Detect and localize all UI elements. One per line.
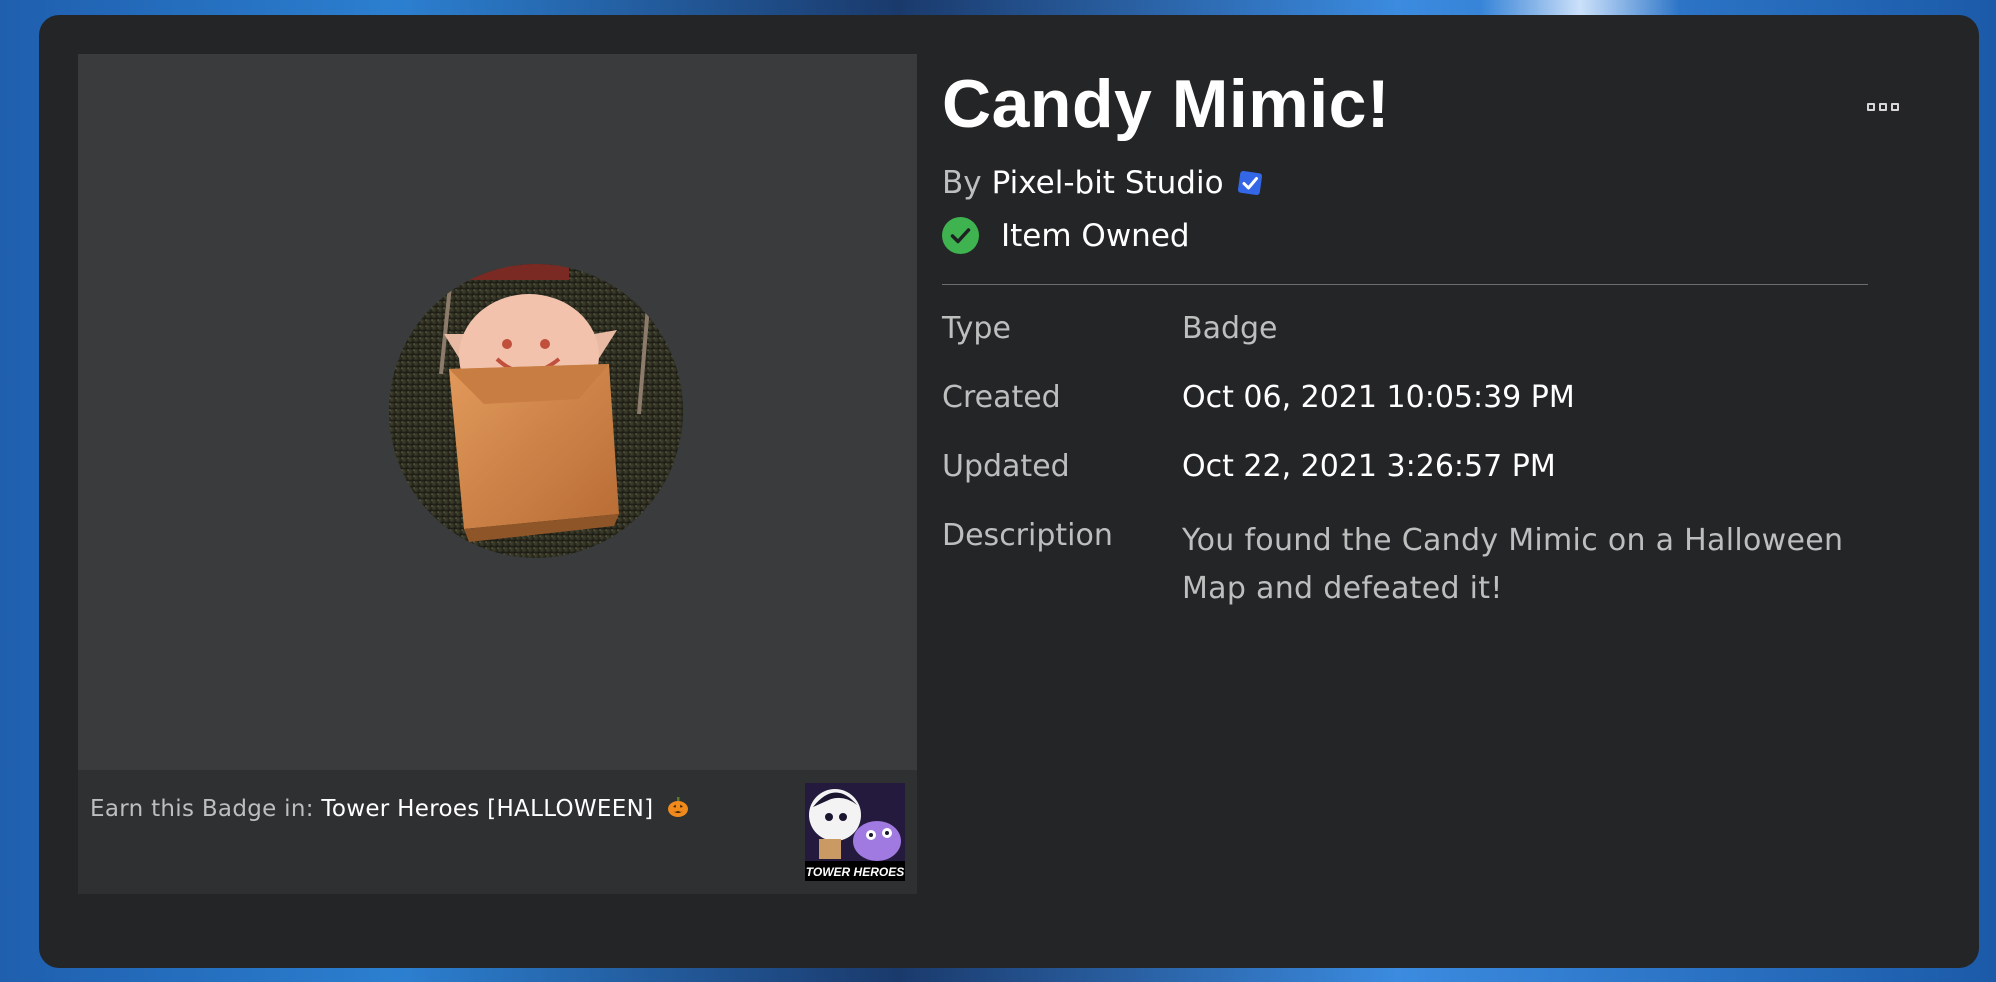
jack-o-lantern-icon bbox=[668, 797, 688, 817]
item-owned-label: Item Owned bbox=[1001, 217, 1190, 254]
badge-thumbnail-image bbox=[389, 264, 683, 558]
item-owned-status: Item Owned bbox=[942, 217, 1190, 254]
creator-link[interactable]: Pixel-bit Studio bbox=[992, 165, 1224, 201]
updated-value: Oct 22, 2021 3:26:57 PM bbox=[1182, 449, 1556, 484]
game-thumb-caption: TOWER HEROES bbox=[806, 865, 904, 879]
earn-badge-text: Earn this Badge in: Tower Heroes [HALLOW… bbox=[90, 796, 689, 822]
earn-badge-bar: Earn this Badge in: Tower Heroes [HALLOW… bbox=[78, 770, 917, 894]
check-circle-icon bbox=[942, 217, 979, 254]
game-link[interactable]: Tower Heroes [HALLOWEEN] bbox=[321, 796, 653, 822]
details-divider bbox=[942, 284, 1868, 285]
description-value: You found the Candy Mimic on a Halloween… bbox=[1182, 523, 1844, 606]
more-options-icon[interactable] bbox=[1863, 97, 1903, 117]
type-value: Badge bbox=[1182, 311, 1278, 346]
item-title: Candy Mimic! bbox=[942, 66, 1391, 142]
updated-label: Updated bbox=[942, 449, 1070, 484]
created-value: Oct 06, 2021 10:05:39 PM bbox=[1182, 380, 1575, 415]
description-label: Description bbox=[942, 518, 1113, 553]
game-thumbnail[interactable]: TOWER HEROES bbox=[805, 783, 905, 881]
created-label: Created bbox=[942, 380, 1061, 415]
item-thumbnail-container bbox=[78, 54, 917, 770]
by-label: By bbox=[942, 165, 982, 201]
type-label: Type bbox=[942, 311, 1011, 346]
verified-badge-icon bbox=[1237, 170, 1262, 196]
creator-byline: By Pixel-bit Studio bbox=[942, 165, 1264, 201]
earn-badge-prefix: Earn this Badge in: bbox=[90, 796, 314, 822]
item-details-panel: Earn this Badge in: Tower Heroes [HALLOW… bbox=[39, 15, 1979, 968]
